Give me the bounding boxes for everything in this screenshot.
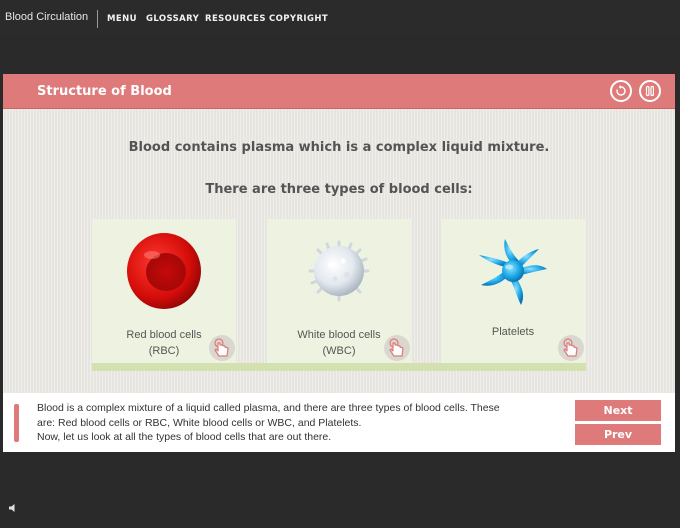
lesson-panel: Structure of Blood Blood contains plasma… [3, 74, 675, 452]
nav-resources[interactable]: RESOURCES [205, 14, 266, 24]
pause-button[interactable] [639, 80, 661, 102]
card-platelets[interactable]: Platelets [441, 219, 585, 363]
footer-accent-bar [14, 404, 19, 442]
replay-button[interactable] [610, 80, 632, 102]
intro-text: Blood contains plasma which is a complex… [128, 140, 550, 155]
page-title: Structure of Blood [37, 84, 172, 99]
red-blood-cell-image [127, 233, 201, 309]
narration-line: Now, let us look at all the types of blo… [37, 431, 332, 443]
narration-line: Blood is a complex mixture of a liquid c… [37, 402, 500, 414]
speaker-icon[interactable] [8, 503, 18, 513]
nav-copyright[interactable]: COPYRIGHT [269, 14, 328, 24]
title-divider [97, 10, 98, 28]
replay-icon [616, 85, 626, 96]
tap-hand-icon [389, 338, 404, 357]
narration-footer: Blood is a complex mixture of a liquid c… [3, 393, 675, 452]
lesson-content: Blood contains plasma which is a complex… [3, 109, 675, 393]
card-red-blood-cells[interactable]: Red blood cells (RBC) [92, 219, 236, 363]
app-title: Blood Circulation [5, 11, 89, 23]
prev-button[interactable]: Prev [575, 424, 661, 445]
lesson-header: Structure of Blood [3, 74, 675, 109]
platelet-image [479, 239, 547, 305]
tap-hand-button[interactable] [209, 335, 235, 361]
tap-hand-button[interactable] [558, 335, 584, 361]
narration-line: are: Red blood cells or RBC, White blood… [37, 416, 362, 429]
next-button[interactable]: Next [575, 400, 661, 421]
top-bar: Blood Circulation MENU GLOSSARY RESOURCE… [0, 0, 680, 36]
types-heading: There are three types of blood cells: [205, 182, 473, 197]
white-blood-cell-image [308, 240, 370, 302]
narration-text: Blood is a complex mixture of a liquid c… [37, 401, 547, 445]
nav-glossary[interactable]: GLOSSARY [146, 14, 199, 24]
tap-hand-button[interactable] [384, 335, 410, 361]
tap-hand-icon [214, 338, 229, 357]
cards-base-strip [92, 363, 586, 371]
pause-icon [645, 85, 655, 97]
tap-hand-icon [563, 338, 578, 357]
card-white-blood-cells[interactable]: White blood cells (WBC) [267, 219, 411, 363]
nav-menu[interactable]: MENU [107, 14, 137, 24]
